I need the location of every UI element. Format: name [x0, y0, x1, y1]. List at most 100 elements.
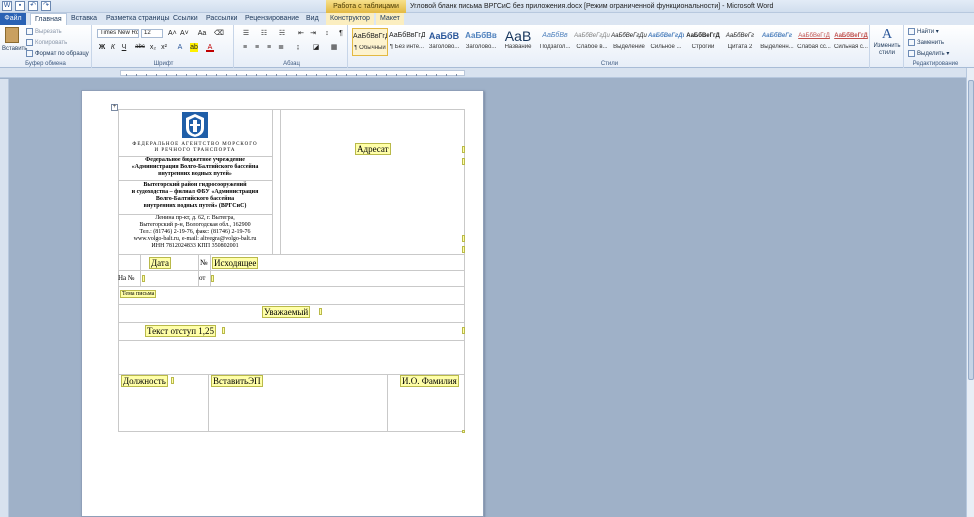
font-size-combo[interactable]: 12 [141, 29, 163, 38]
tab-insert[interactable]: Вставка [71, 13, 97, 25]
show-marks-button[interactable]: ¶ [336, 29, 346, 38]
tab-review[interactable]: Рецензирование [245, 13, 299, 25]
tab-page-layout[interactable]: Разметка страницы [106, 13, 170, 25]
table-move-handle[interactable]: + [111, 104, 118, 111]
ruler-tick [176, 74, 177, 76]
strikethrough-button[interactable]: abc [134, 43, 146, 52]
replace-button[interactable]: Заменить [908, 39, 944, 46]
style-subtle-reference[interactable]: АаБбВеГгД Слабая сс... [796, 28, 832, 56]
style-intense-quote[interactable]: АаБбВеГг Выделенн... [759, 28, 795, 56]
content-control-marker [462, 146, 465, 153]
style-sample: АаБбВ [428, 31, 460, 41]
cut-button[interactable]: Вырезать [26, 28, 62, 35]
borders-icon[interactable]: ▦ [328, 43, 340, 52]
ruler-tick [456, 74, 457, 76]
highlight-icon[interactable]: ab [190, 43, 198, 52]
increase-indent-icon[interactable]: ⇥ [308, 29, 318, 38]
tab-layout[interactable]: Макет [376, 13, 404, 25]
underline-button[interactable]: Ч [120, 43, 128, 52]
multilevel-list-icon[interactable]: ☵ [276, 29, 288, 38]
tab-references[interactable]: Ссылки [173, 13, 198, 25]
subject-field[interactable]: Тема письма [120, 290, 157, 298]
change-styles-button[interactable]: A Изменить стили [872, 27, 902, 57]
reply-date-field[interactable] [211, 275, 214, 282]
style-normal[interactable]: АаБбВвГгД ¶ Обычный [352, 28, 388, 56]
style-subtitle[interactable]: АаБбВв Подзагол... [537, 28, 573, 56]
vertical-scrollbar[interactable] [966, 68, 974, 517]
table-border [118, 286, 464, 287]
undo-icon[interactable]: ↶ [28, 1, 38, 11]
italic-button[interactable]: К [109, 43, 117, 52]
position-field[interactable]: Должность [121, 375, 168, 387]
find-button[interactable]: Найти ▾ [908, 28, 939, 35]
superscript-button[interactable]: x² [160, 43, 168, 52]
style-subtle-emphasis[interactable]: АаБбВеГгДи Слабое в... [574, 28, 610, 56]
signer-name-field[interactable]: И.О. Фамилия [400, 375, 459, 387]
style-intense-reference[interactable]: АаБбВеГгД Сильная с... [833, 28, 869, 56]
change-case-button[interactable]: Aa [196, 29, 208, 38]
style-sample: АаБбВеГгДи [648, 33, 684, 39]
style-name: Строгий [691, 44, 715, 50]
tab-home[interactable]: Главная [30, 13, 67, 25]
address-line-1: Ленина пр-кт, д. 62, г. Вытегра, [155, 215, 235, 221]
font-name-combo[interactable]: Times New Ro [97, 29, 139, 38]
reply-number-field[interactable] [142, 275, 145, 282]
style-heading-2[interactable]: АаБбВв Заголово... [463, 28, 499, 56]
style-no-spacing[interactable]: АаБбВвГгД ¶ Без инте... [389, 28, 425, 56]
bullets-icon[interactable]: ☰ [240, 29, 252, 38]
cursor-icon [908, 50, 915, 57]
ruler-tick [166, 74, 167, 76]
tab-design[interactable]: Конструктор [326, 13, 374, 25]
ruler-tick [276, 74, 277, 76]
greeting-field[interactable]: Уважаемый [262, 306, 311, 318]
align-left-icon[interactable]: ≡ [240, 43, 250, 52]
date-field[interactable]: Дата [149, 257, 171, 269]
in-reply-label: На № [118, 274, 135, 282]
change-styles-group: A Изменить стили [870, 25, 904, 68]
scrollbar-thumb[interactable] [968, 80, 974, 380]
font-color-icon[interactable]: A [206, 43, 214, 52]
tab-mailings[interactable]: Рассылки [206, 13, 237, 25]
style-heading-1[interactable]: АаБбВ Заголово... [426, 28, 462, 56]
bold-button[interactable]: Ж [98, 43, 106, 52]
sort-icon[interactable]: ↕ [322, 29, 332, 38]
scissors-icon [26, 28, 33, 35]
align-center-icon[interactable]: ≡ [252, 43, 262, 52]
text-effects-icon[interactable]: A [176, 43, 184, 52]
decrease-indent-icon[interactable]: ⇤ [296, 29, 306, 38]
editing-group: Найти ▾ Заменить Выделить ▾ Редактирован… [905, 25, 966, 68]
grow-font-button[interactable]: A˄ [168, 29, 177, 38]
ruler-tick [206, 74, 207, 76]
redo-icon[interactable]: ↷ [41, 1, 51, 11]
line-spacing-icon[interactable]: ↨ [292, 43, 304, 52]
word-logo-icon[interactable]: W [2, 1, 12, 11]
tab-file[interactable]: Файл [0, 13, 26, 25]
format-painter-button[interactable]: Формат по образцу [26, 50, 89, 57]
save-icon[interactable]: ▪ [15, 1, 25, 11]
tab-view[interactable]: Вид [306, 13, 319, 25]
copy-button[interactable]: Копировать [26, 39, 67, 46]
table-resize-handle[interactable] [462, 430, 465, 433]
subscript-button[interactable]: x₂ [149, 43, 157, 52]
numbering-icon[interactable]: ☷ [258, 29, 270, 38]
outgoing-number-field[interactable]: Исходящее [212, 257, 259, 269]
vertical-ruler[interactable] [0, 79, 9, 517]
style-title[interactable]: АаВ Название [500, 28, 536, 56]
horizontal-ruler[interactable] [0, 68, 974, 78]
addressee-field[interactable]: Адресат [355, 143, 391, 155]
style-strong[interactable]: АаБбВеГгД Строгий [685, 28, 721, 56]
style-intense-emphasis[interactable]: АаБбВеГгДи Сильное ... [648, 28, 684, 56]
signature-field[interactable]: ВставитьЭП [211, 375, 263, 387]
style-emphasis[interactable]: АаБбВеГгДи Выделение [611, 28, 647, 56]
ruler-tick [346, 74, 347, 76]
org2-line-1: Вытегорский район гидросооружений [143, 182, 247, 188]
shrink-font-button[interactable]: A˅ [180, 29, 189, 38]
clear-format-icon[interactable]: ⌫ [214, 29, 224, 38]
select-button[interactable]: Выделить ▾ [908, 50, 949, 57]
shading-icon[interactable]: ◪ [310, 43, 322, 52]
style-quote[interactable]: АаБбВеГг Цитата 2 [722, 28, 758, 56]
align-right-icon[interactable]: ≡ [264, 43, 274, 52]
justify-icon[interactable]: ≣ [276, 43, 286, 52]
body-text-field[interactable]: Текст отступ 1,25 [145, 325, 217, 337]
paste-button[interactable]: Вставить [2, 27, 27, 52]
